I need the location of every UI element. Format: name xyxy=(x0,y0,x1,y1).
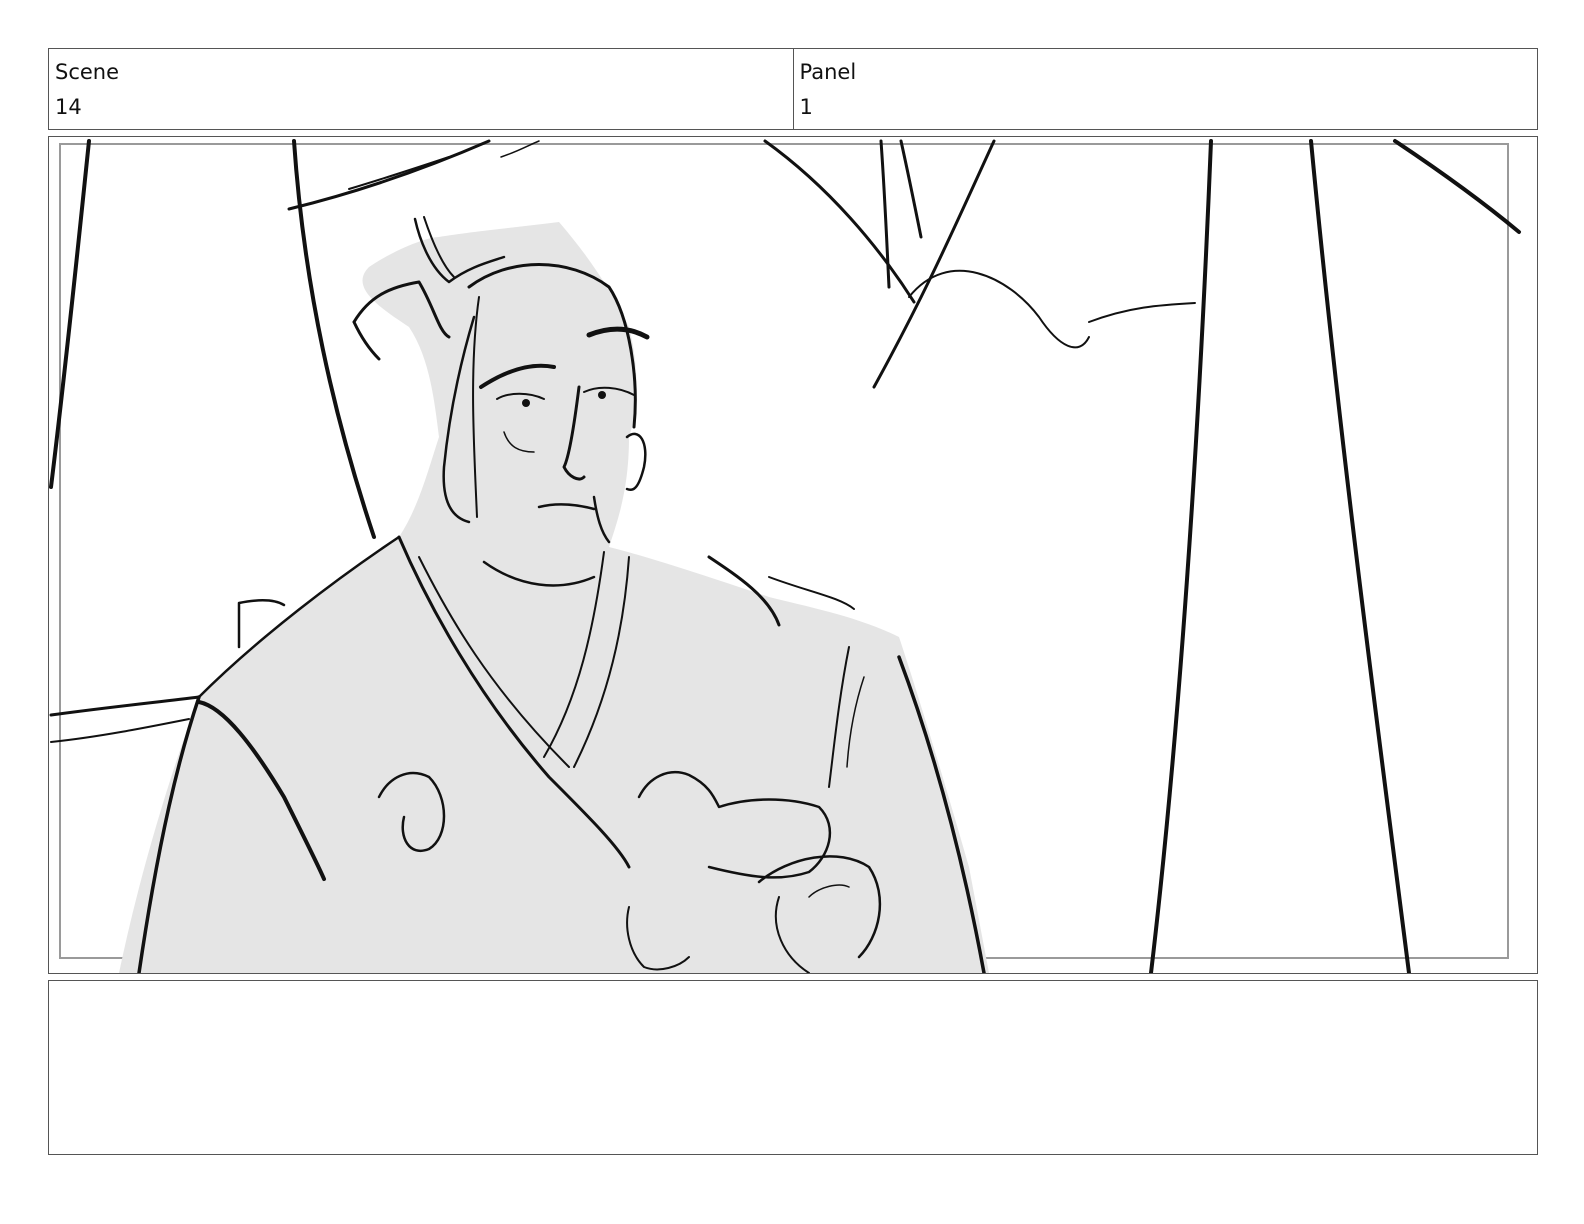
eye-left xyxy=(522,399,530,407)
left-edge-line xyxy=(49,139,91,489)
eye-right xyxy=(598,391,606,399)
scene-label: Scene xyxy=(55,60,120,84)
panel-label: Panel xyxy=(799,60,857,84)
storyboard-drawing xyxy=(49,139,1521,973)
fence-rail-2 xyxy=(50,718,190,743)
scene-cell: Scene 14 xyxy=(49,49,793,129)
tree-limb-right xyxy=(872,139,996,389)
fence-rail-1 xyxy=(49,695,201,717)
panel-notes[interactable] xyxy=(48,980,1538,1155)
panel-number: 1 xyxy=(799,95,813,119)
panel-cell: Panel 1 xyxy=(792,49,1538,129)
tree-limb-center-2 xyxy=(899,139,923,239)
tree-limb-center xyxy=(879,139,891,289)
tree-crown-curve xyxy=(908,269,1090,349)
background-branch-small xyxy=(348,156,450,190)
tree-trunk-2 xyxy=(1309,139,1411,973)
background-branch-top xyxy=(287,139,491,211)
tree-trunk-1 xyxy=(1149,139,1213,973)
tree-limb-left xyxy=(763,139,916,304)
tree-crown-edge xyxy=(1088,302,1196,323)
storyboard-panel-frame xyxy=(48,136,1538,974)
storyboard-header: Scene 14 Panel 1 xyxy=(48,48,1538,130)
scene-number: 14 xyxy=(55,95,82,119)
tree-branch-right xyxy=(1393,139,1521,234)
ear xyxy=(625,432,647,491)
